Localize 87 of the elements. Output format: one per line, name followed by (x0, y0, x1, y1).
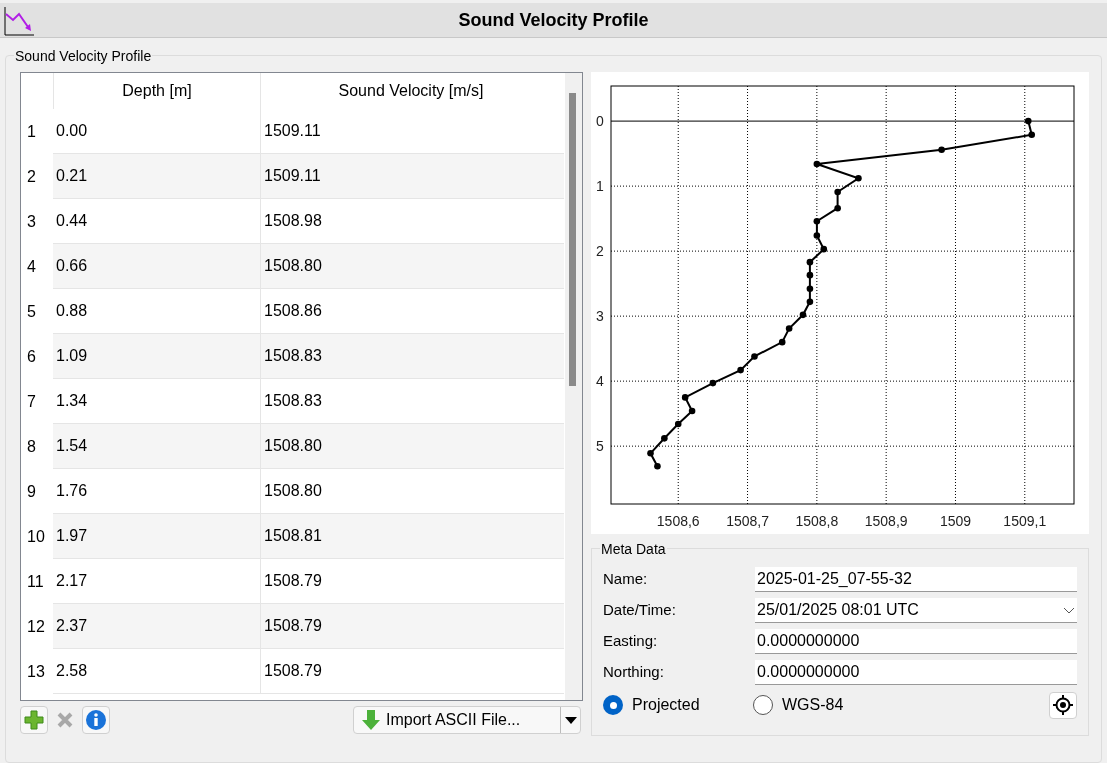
data-point (938, 146, 945, 153)
x-tick-label: 1508,9 (864, 513, 908, 529)
data-point (855, 175, 862, 182)
info-button[interactable] (82, 706, 110, 734)
data-point (785, 325, 793, 332)
table-cell: 1.34 (53, 379, 261, 424)
table-cell: 0.44 (53, 199, 261, 244)
table-cell: 1508.80 (261, 424, 564, 469)
table-cell: 2.37 (53, 604, 261, 649)
table-cell: 2.58 (53, 649, 261, 694)
data-point (737, 366, 744, 374)
table-cell: 1.09 (53, 334, 261, 379)
x-tick-label: 1508,8 (795, 513, 839, 529)
window-title: Sound Velocity Profile (458, 8, 649, 32)
input-field[interactable]: 0.0000000000 (755, 629, 1077, 654)
radio-button[interactable] (753, 695, 773, 715)
data-point (834, 204, 841, 212)
radio-label: WGS-84 (782, 695, 844, 715)
y-tick-label: 1 (596, 178, 604, 195)
data-point (681, 394, 689, 401)
data-point (834, 188, 841, 196)
data-point (813, 232, 821, 239)
data-point (654, 463, 661, 470)
table-cell: 0.66 (53, 244, 261, 289)
table-cell: 1509.11 (261, 154, 564, 199)
field-label: Easting: (603, 631, 659, 652)
data-point (647, 450, 654, 457)
data-point (806, 271, 814, 279)
data-point (751, 353, 758, 360)
add-button[interactable] (20, 706, 48, 734)
field-label: Northing: (603, 662, 665, 683)
scrollbar-thumb[interactable] (569, 93, 576, 386)
y-tick-label: 4 (596, 373, 604, 390)
table-cell: 1508.81 (261, 514, 564, 559)
table-cell: 1508.79 (261, 604, 564, 649)
data-point (674, 420, 682, 428)
data-point (806, 258, 814, 266)
down-arrow-icon (362, 709, 380, 731)
data-point (806, 298, 814, 306)
data-point (688, 407, 696, 415)
data-point (1028, 131, 1035, 139)
import-button[interactable]: Import ASCII File... (354, 707, 560, 733)
data-point (813, 160, 821, 168)
y-tick-label: 2 (596, 243, 604, 260)
table-cell: 2.17 (53, 559, 261, 604)
chevron-down-icon (1063, 606, 1075, 614)
table-cell: 1508.80 (261, 244, 564, 289)
data-point (1024, 117, 1032, 125)
y-tick-label: 5 (596, 438, 604, 455)
table-cell: 0.88 (53, 289, 261, 334)
x-tick-label: 1508,7 (726, 513, 769, 529)
date-time-dropdown[interactable]: 25/01/2025 08:01 UTC (755, 598, 1077, 623)
profile-chart-icon (4, 6, 34, 36)
caret-icon (564, 716, 577, 724)
locate-button[interactable] (1049, 691, 1077, 719)
table-cell: 0.00 (53, 109, 261, 154)
x-tick-label: 1509 (939, 513, 972, 529)
target-icon (1053, 695, 1073, 715)
column-header: Sound Velocity [m/s] (337, 81, 485, 101)
radio-button[interactable] (603, 695, 623, 715)
data-point (778, 338, 786, 346)
y-tick-label: 3 (596, 308, 604, 325)
table-cell: 1.76 (53, 469, 261, 514)
y-tick-label: 0 (596, 113, 604, 130)
data-point (806, 285, 814, 293)
table-cell: 1.97 (53, 514, 261, 559)
plus-icon (24, 710, 44, 730)
field-label: Date/Time: (603, 600, 677, 621)
data-point (709, 379, 717, 387)
close-icon (56, 711, 74, 729)
data-point (799, 311, 807, 319)
table-cell: 1.54 (53, 424, 261, 469)
input-field[interactable]: 0.0000000000 (755, 660, 1077, 685)
info-icon (85, 709, 107, 731)
x-tick-label: 1509,1 (1003, 513, 1047, 529)
field-label: Name: (603, 569, 649, 590)
scrollbar[interactable] (565, 73, 582, 700)
dropdown-arrow-button[interactable] (560, 707, 580, 733)
import-split-button[interactable]: Import ASCII File... (353, 706, 581, 734)
data-point (820, 245, 828, 253)
x-tick-label: 1508,6 (656, 513, 700, 529)
table-cell: 0.21 (53, 154, 261, 199)
table-cell: 1508.83 (261, 334, 564, 379)
radio-label: Projected (632, 695, 700, 715)
data-point (813, 217, 821, 225)
input-field[interactable]: 2025-01-25_07-55-32 (755, 567, 1077, 592)
data-point (661, 435, 668, 442)
